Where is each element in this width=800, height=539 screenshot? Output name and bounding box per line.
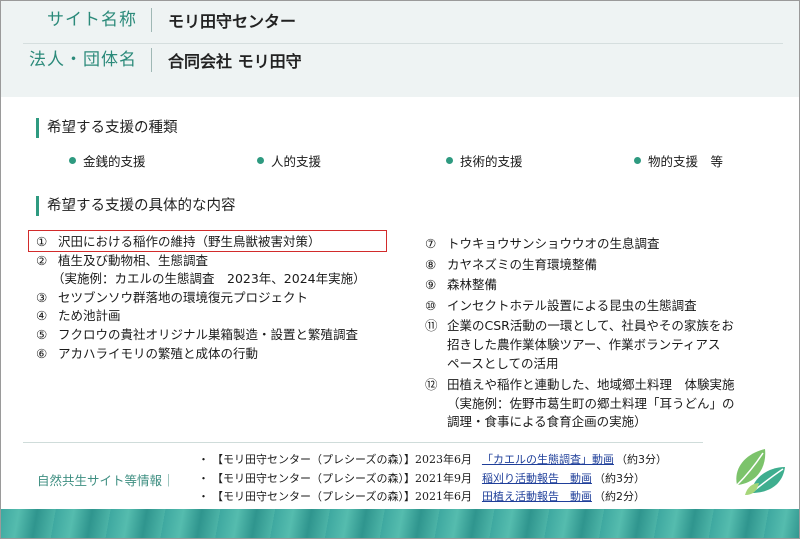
list-item: ⑨ 森林整備 [425,277,498,293]
org-label: 法人・団体名 [1,48,152,72]
site-name-row: サイト名称 モリ田守センター [1,1,799,39]
list-item: ③ セツブンソウ群落地の環境復元プロジェクト [36,289,309,305]
list-item: ⑫ 田植えや稲作と連動した、地域郷土料理 体験実施 [425,377,735,393]
list-item: ⑤ フクロウの貴社オリジナル巣箱製造・設置と繁殖調査 [36,326,359,342]
nature-info-links: ・ 【モリ田守センター（プレシーズの森）】2023年6月 「カエルの生態調査」動… [198,451,667,507]
bullet-dot-icon [446,157,453,164]
planting-video-link[interactable]: 田植え活動報告 動画 [482,488,592,507]
bullet-dot-icon [69,157,76,164]
list-item-continued: （実施例：佐野市葛生町の郷土料理「耳うどん」の [447,395,735,411]
frog-video-link[interactable]: 「カエルの生態調査」動画 [482,451,614,470]
site-name-label: サイト名称 [1,8,152,32]
support-type-item: 物的支援 等 [634,153,723,171]
details-list-left: ① 沢田における稲作の維持（野生鳥獣被害対策） ② 植生及び動物相、生態調査 （実施… [36,233,366,363]
page-frame: サイト名称 モリ田守センター 法人・団体名 合同会社 モリ田守 希望する支援の種… [0,0,800,539]
list-item: ⑪ 企業のCSR活動の一環として、社員やその家族をお [425,318,734,334]
support-type-item: 人的支援 [257,153,321,171]
bullet-dot-icon [257,157,264,164]
decorative-bottom-band [1,509,799,538]
list-item: ⑦ トウキョウサンショウウオの生息調査 [425,236,660,251]
site-name-value: モリ田守センター [168,12,297,31]
list-item-continued: （実施例：カエルの生態調査 2023年、2024年実施） [52,271,366,287]
link-row: ・ 【モリ田守センター（プレシーズの森）】2023年6月 「カエルの生態調査」動… [198,451,667,470]
bullet-dot-icon [634,157,641,164]
support-type-item: 金銭的支援 [69,153,146,171]
site-header: サイト名称 モリ田守センター 法人・団体名 合同会社 モリ田守 [1,1,799,97]
list-item-continued: 招きした農作業体験ツアー、作業ボランティアス [447,336,721,352]
list-item-continued: 調理・食事による食育企画の実施） [447,414,647,430]
org-row: 法人・団体名 合同会社 モリ田守 [1,41,799,79]
list-item: ④ ため池計画 [36,308,121,324]
harvest-video-link[interactable]: 稲刈り活動報告 動画 [482,470,592,489]
support-types-list: 金銭的支援 人的支援 技術的支援 物的支援 等 [1,153,799,171]
support-type-item: 技術的支援 [446,153,523,171]
list-item: ⑥ アカハライモリの繁殖と成体の行動 [36,345,259,361]
list-item-continued: ペースとしての活用 [447,355,559,371]
org-value: 合同会社 モリ田守 [168,52,302,71]
list-item: ⑩ インセクトホテル設置による昆虫の生態調査 [425,297,697,313]
list-item: ⑧ カヤネズミの生育環境整備 [425,256,598,272]
support-types-title: 希望する支援の種類 [36,118,178,138]
list-item: ② 植生及び動物相、生態調査 [36,252,209,268]
nature-info-label: 自然共生サイト等情報｜ [37,473,175,488]
support-details-title: 希望する支援の具体的な内容 [36,196,236,216]
list-item: ① 沢田における稲作の維持（野生鳥獣被害対策） [36,234,321,249]
details-list-right: ⑦ トウキョウサンショウウオの生息調査 ⑧ カヤネズミの生育環境整備 ⑨ 森林整備 ⑩… [425,235,735,432]
section-divider [23,442,703,443]
link-row: ・ 【モリ田守センター（プレシーズの森）】2021年9月 稲刈り活動報告 動画 … [198,470,667,489]
link-row: ・ 【モリ田守センター（プレシーズの森）】2021年6月 田植え活動報告 動画 … [198,488,667,507]
leaves-icon [729,445,789,503]
